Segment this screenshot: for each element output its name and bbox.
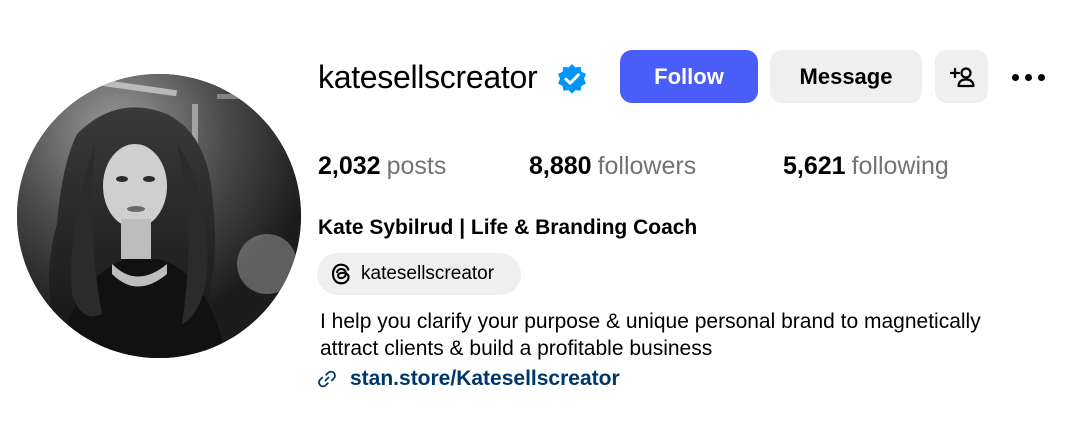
- link-icon: [318, 370, 336, 388]
- followers-count: 8,880: [529, 152, 592, 180]
- avatar-photo: [17, 74, 301, 358]
- more-dot: [1024, 73, 1032, 81]
- message-button[interactable]: Message: [770, 50, 922, 103]
- stat-posts: 2,032 posts: [318, 150, 446, 182]
- more-dot: [1037, 73, 1045, 81]
- profile-username: katesellscreator: [318, 59, 538, 95]
- stat-followers[interactable]: 8,880 followers: [529, 150, 696, 182]
- bio-line: attract clients & build a profitable bus…: [320, 337, 713, 360]
- threads-handle: katesellscreator: [361, 263, 495, 284]
- bio-line: I help you clarify your purpose & unique…: [320, 310, 981, 333]
- more-options-icon[interactable]: [1006, 64, 1050, 90]
- posts-label: posts: [386, 152, 447, 180]
- profile-header: katesellscreator Follow Message 2,032 pos…: [0, 0, 1080, 434]
- profile-website-link[interactable]: stan.store/Katesellscreator: [316, 364, 620, 394]
- profile-avatar[interactable]: [17, 74, 301, 358]
- threads-icon: [331, 263, 350, 285]
- follow-button[interactable]: Follow: [620, 50, 758, 103]
- profile-bio: I help you clarify your purpose & unique…: [320, 308, 1060, 362]
- stat-following[interactable]: 5,621 following: [783, 150, 949, 182]
- following-count: 5,621: [783, 152, 846, 180]
- more-dot: [1011, 73, 1019, 81]
- posts-count: 2,032: [318, 152, 381, 180]
- followers-label: followers: [597, 152, 697, 180]
- profile-full-name: Kate Sybilrud | Life & Branding Coach: [318, 216, 698, 239]
- add-user-button[interactable]: [935, 50, 988, 103]
- add-user-icon: [949, 66, 975, 87]
- following-label: following: [851, 152, 949, 180]
- threads-link-badge[interactable]: katesellscreator: [317, 253, 521, 295]
- website-link-text[interactable]: stan.store/Katesellscreator: [350, 367, 620, 391]
- verified-badge-icon: [558, 64, 586, 94]
